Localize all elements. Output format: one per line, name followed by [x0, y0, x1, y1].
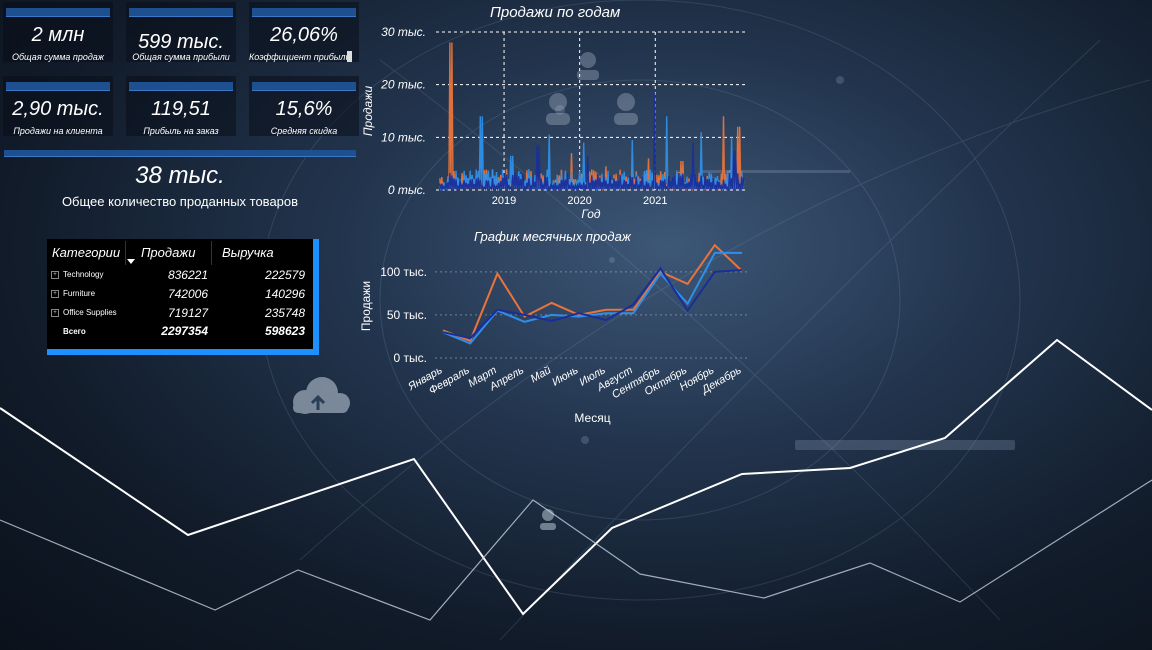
x-tick-label: Май — [529, 364, 554, 385]
divider-bar — [4, 150, 356, 157]
category-table: Категории Продажи Выручка + Technology 8… — [47, 239, 319, 355]
x-tick-label: Июнь — [550, 364, 580, 388]
cloud-upload-icon — [293, 377, 350, 414]
table-row: + Technology 836221 222579 — [47, 266, 313, 284]
kpi-label: Продажи на клиента — [13, 126, 103, 136]
column-header-category[interactable]: Категории — [52, 245, 120, 260]
table-header: Категории Продажи Выручка — [47, 241, 313, 265]
y-tick-label: 10 тыс. — [381, 130, 426, 144]
expand-icon[interactable]: + — [51, 309, 59, 317]
chart-title-sales-by-year: Продажи по годам — [490, 4, 621, 21]
y-axis-title: Продажи — [359, 281, 373, 331]
sales-cell: 719127 — [167, 306, 208, 320]
kpi-label: Коэффициент прибыли — [249, 52, 351, 62]
kpi-card-average-discount: 15,6% Средняя скидка — [249, 76, 359, 136]
y-tick-label: 0 тыс. — [388, 183, 426, 197]
kpi-card-total-profit: 599 тыс. Общая сумма прибыли — [126, 2, 236, 62]
series-line — [439, 42, 745, 192]
kpi-value: 2 млн — [31, 24, 85, 46]
kpi-card-profit-ratio: 26,06% Коэффициент прибыли — [249, 2, 359, 62]
revenue-cell: 235748 — [264, 306, 305, 320]
y-tick-label: 0 тыс. — [394, 351, 427, 365]
kpi-value: 119,51 — [151, 98, 211, 120]
x-tick-label: 2019 — [492, 195, 516, 207]
kpi-label: Общая сумма продаж — [11, 52, 105, 62]
total-label: Всего — [63, 327, 86, 336]
kpi-value: 26,06% — [270, 24, 338, 46]
scrollbar-thumb[interactable] — [347, 51, 352, 62]
x-axis-title: Месяц — [574, 411, 610, 425]
kpi-card-sales-per-customer: 2,90 тыс. Продажи на клиента — [3, 76, 113, 136]
kpi-card-profit-per-order: 119,51 Прибыль на заказ — [126, 76, 236, 136]
x-tick-label: 2020 — [567, 195, 591, 207]
x-tick-label: 2021 — [643, 195, 667, 207]
kpi-card-total-sales: 2 млн Общая сумма продаж — [3, 2, 113, 62]
revenue-cell: 140296 — [264, 287, 305, 301]
category-name: Technology — [63, 270, 104, 279]
total-sales-cell: 2297354 — [161, 324, 208, 338]
sort-descending-icon[interactable] — [127, 259, 135, 264]
expand-icon[interactable]: + — [51, 290, 59, 298]
sales-by-year-chart: 0 тыс. 10 тыс. 20 тыс. 30 тыс. 2019 2020 2021 Г… — [361, 25, 746, 221]
category-name: Office Supplies — [63, 308, 117, 317]
kpi-value: 2,90 тыс. — [12, 98, 104, 120]
y-tick-label: 50 тыс. — [387, 308, 427, 322]
kpi-label: Прибыль на заказ — [143, 126, 219, 136]
kpi-value: 15,6% — [275, 98, 333, 120]
revenue-cell: 222579 — [264, 268, 305, 282]
category-name: Furniture — [63, 289, 96, 298]
expand-icon[interactable]: + — [51, 271, 59, 279]
kpi-label: Общая сумма прибыли — [132, 52, 230, 62]
sales-cell: 742006 — [167, 287, 208, 301]
column-header-revenue[interactable]: Выручка — [222, 245, 274, 260]
series-line — [442, 243, 743, 343]
y-tick-label: 20 тыс. — [380, 78, 426, 92]
table-total-row: Всего 2297354 598623 — [47, 323, 313, 341]
y-tick-label: 30 тыс. — [381, 25, 426, 39]
y-tick-label: 100 тыс. — [380, 265, 427, 279]
monthly-sales-chart: 0 тыс.50 тыс.100 тыс.ЯнварьФевральМартАп… — [359, 243, 750, 425]
user-icon — [540, 509, 556, 530]
total-items-label: Общее количество проданных товаров — [61, 194, 299, 209]
total-revenue-cell: 598623 — [264, 324, 305, 338]
kpi-value: 599 тыс. — [138, 31, 224, 53]
table-row: + Office Supplies 719127 235748 — [47, 304, 313, 322]
total-items-value: 38 тыс. — [135, 162, 225, 189]
table-row: + Furniture 742006 140296 — [47, 285, 313, 303]
sales-cell: 836221 — [167, 268, 208, 282]
kpi-label: Средняя скидка — [270, 126, 338, 136]
y-axis-title: Продажи — [361, 86, 375, 137]
series-line — [442, 266, 743, 340]
column-header-sales[interactable]: Продажи — [141, 245, 195, 260]
x-axis-title: Год — [581, 207, 601, 221]
